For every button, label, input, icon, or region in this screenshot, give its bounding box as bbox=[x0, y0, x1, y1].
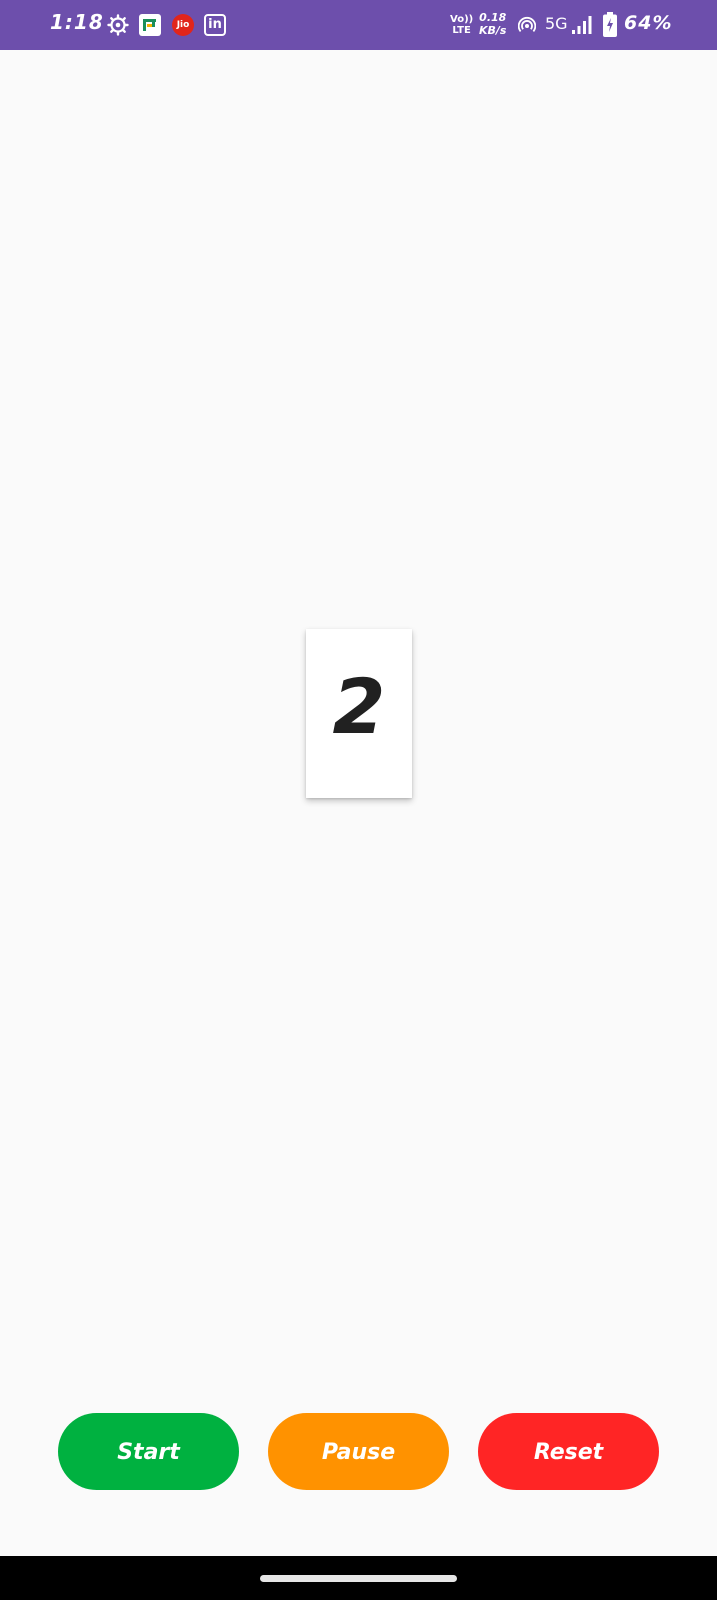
hotspot-icon bbox=[517, 16, 537, 34]
volte-top-label: Vo)) bbox=[450, 14, 474, 25]
status-time: 1:18 bbox=[50, 10, 104, 34]
battery-charging-icon bbox=[603, 12, 617, 37]
jio-icon: Jio bbox=[172, 14, 194, 36]
settings-gear-icon bbox=[107, 14, 129, 36]
linkedin-icon: in bbox=[204, 14, 226, 36]
counter-value: 2 bbox=[332, 662, 386, 751]
reset-button[interactable]: Reset bbox=[478, 1413, 659, 1490]
signal-icon bbox=[571, 15, 593, 35]
navigation-bar bbox=[0, 1556, 717, 1600]
counter-card: 2 bbox=[306, 629, 412, 798]
network-speed-value: 0.18 bbox=[479, 11, 507, 24]
network-type: 5G bbox=[545, 14, 568, 33]
app-notification-icon bbox=[139, 14, 161, 36]
volte-bottom-label: LTE bbox=[452, 25, 471, 36]
network-speed-unit: KB/s bbox=[479, 24, 507, 37]
pause-button[interactable]: Pause bbox=[268, 1413, 449, 1490]
app-screen: 1:18 Jio in Vo)) LTE 0.18 KB/s 5G 64% 2 … bbox=[0, 0, 717, 1600]
volte-icon: Vo)) LTE bbox=[450, 14, 473, 36]
battery-percentage: 64% bbox=[624, 12, 673, 34]
network-speed: 0.18 KB/s bbox=[479, 11, 506, 37]
start-button[interactable]: Start bbox=[58, 1413, 239, 1490]
status-bar: 1:18 Jio in Vo)) LTE 0.18 KB/s 5G 64% bbox=[0, 0, 717, 50]
home-gesture-handle[interactable] bbox=[260, 1575, 457, 1582]
